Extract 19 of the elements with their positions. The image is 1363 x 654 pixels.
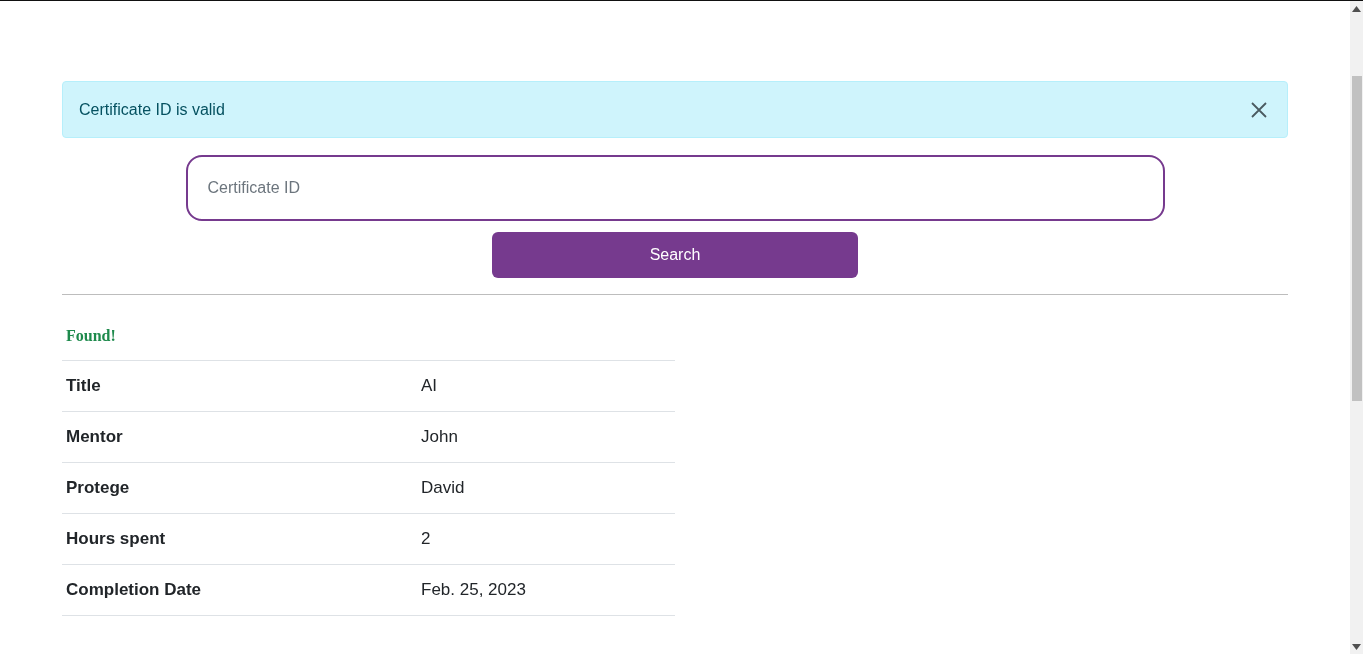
field-label: Protege <box>66 478 130 498</box>
scrollbar-thumb[interactable] <box>1351 76 1362 401</box>
field-label: Hours spent <box>66 529 166 549</box>
field-label: Mentor <box>66 427 123 447</box>
search-button[interactable]: Search <box>492 232 858 278</box>
certificate-id-field[interactable]: Certificate ID <box>185 155 1165 221</box>
status-message: Found! <box>66 327 116 345</box>
field-value: John <box>421 427 458 447</box>
field-label: Completion Date <box>66 580 202 600</box>
field-value: AI <box>421 376 438 396</box>
field-value: Feb. 25, 2023 <box>421 580 526 600</box>
scroll-down-icon[interactable] <box>1352 644 1361 650</box>
field-value: 2 <box>421 529 431 549</box>
alert-message: Certificate ID is valid <box>79 100 225 119</box>
field-label: Title <box>66 376 101 396</box>
close-icon <box>1251 101 1267 118</box>
scroll-up-icon[interactable] <box>1352 6 1361 12</box>
field-value: David <box>421 478 465 498</box>
scrollbar[interactable] <box>1350 1 1363 654</box>
